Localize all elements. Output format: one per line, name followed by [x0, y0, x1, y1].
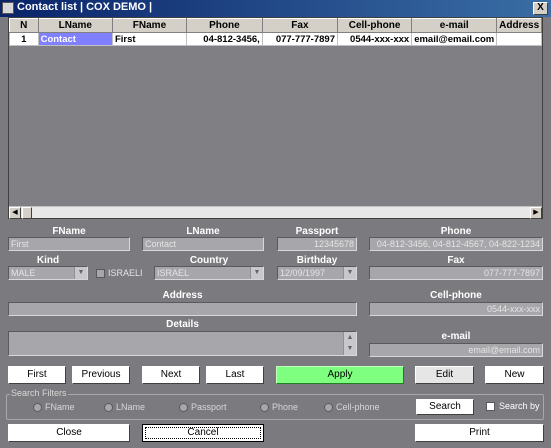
- birthday-picker[interactable]: 12/09/1997 ▼: [277, 266, 357, 280]
- close-window-button[interactable]: X: [533, 2, 548, 15]
- scroll-up-icon[interactable]: ▲: [343, 332, 356, 343]
- search-button[interactable]: Search: [416, 399, 474, 415]
- apply-button[interactable]: Apply: [276, 366, 404, 384]
- scroll-thumb[interactable]: [22, 207, 32, 219]
- scroll-down-icon[interactable]: ▼: [343, 343, 356, 355]
- filter-passport-label: Passport: [191, 402, 227, 412]
- kind-value: MALE: [11, 268, 36, 278]
- column-header-address[interactable]: Address: [496, 18, 542, 33]
- first-button[interactable]: First: [8, 366, 66, 384]
- next-button[interactable]: Next: [142, 366, 200, 384]
- cell-phone[interactable]: 04-812-3456,: [185, 32, 263, 46]
- column-header-lname[interactable]: LName: [37, 18, 113, 33]
- last-button[interactable]: Last: [206, 366, 264, 384]
- birthday-label: Birthday: [296, 255, 338, 266]
- scroll-left-icon[interactable]: ◀: [9, 207, 21, 219]
- cell-email[interactable]: email@email.com: [411, 32, 498, 46]
- column-header-n[interactable]: N: [9, 18, 39, 33]
- column-header-fax[interactable]: Fax: [261, 18, 338, 33]
- fax-label: Fax: [447, 255, 465, 266]
- scroll-right-icon[interactable]: ▶: [530, 207, 542, 219]
- filter-phone-radio[interactable]: [260, 403, 269, 412]
- country-label: Country: [189, 255, 229, 266]
- column-header-email[interactable]: e-mail: [411, 18, 498, 33]
- edit-button[interactable]: Edit: [415, 366, 474, 384]
- details-label: Details: [166, 319, 199, 330]
- fname-label: FName: [52, 226, 86, 237]
- filter-lname-radio[interactable]: [104, 403, 113, 412]
- search-filters-legend: Search Filters: [10, 388, 68, 398]
- filter-cell-phone-radio[interactable]: [324, 403, 333, 412]
- cell-cell-phone[interactable]: 0544-xxx-xxx: [336, 32, 413, 46]
- fax-field[interactable]: 077-777-7897: [369, 266, 543, 280]
- cell-phone-field[interactable]: 0544-xxx-xxx: [369, 302, 543, 316]
- cell-phone-label: Cell-phone: [430, 290, 482, 301]
- filter-fname-label: FName: [45, 402, 75, 412]
- lname-label: LName: [186, 226, 220, 237]
- title-bar: Contact list | COX DEMO | X: [0, 0, 551, 17]
- chevron-down-icon[interactable]: ▼: [343, 267, 356, 279]
- kind-label: Kind: [36, 255, 60, 266]
- address-label: Address: [162, 290, 203, 301]
- cell-lname[interactable]: Contact: [37, 32, 113, 46]
- cell-fname[interactable]: First: [111, 32, 187, 46]
- chevron-down-icon[interactable]: ▼: [250, 267, 263, 279]
- cell-address[interactable]: [496, 32, 542, 46]
- table-header-row: N LName FName Phone Fax Cell-phone e-mai…: [9, 18, 542, 33]
- filter-cell-phone-label: Cell-phone: [336, 402, 380, 412]
- fname-field[interactable]: First: [8, 237, 130, 251]
- filter-lname-label: LName: [116, 402, 146, 412]
- print-button[interactable]: Print: [415, 424, 544, 442]
- country-value: ISRAEL: [157, 268, 190, 278]
- details-textarea[interactable]: ▲ ▼: [8, 331, 357, 356]
- contacts-grid[interactable]: N LName FName Phone Fax Cell-phone e-mai…: [8, 17, 543, 219]
- israeli-label: ISRAELI: [108, 268, 143, 278]
- close-button[interactable]: Close: [8, 424, 130, 442]
- cell-n[interactable]: 1: [9, 32, 39, 46]
- previous-button[interactable]: Previous: [72, 366, 130, 384]
- passport-field[interactable]: 12345678: [277, 237, 357, 251]
- country-select[interactable]: ISRAEL ▼: [154, 266, 264, 280]
- phone-label: Phone: [440, 226, 472, 237]
- israeli-checkbox[interactable]: [96, 269, 105, 278]
- cell-fax[interactable]: 077-777-7897: [261, 32, 338, 46]
- kind-select[interactable]: MALE ▼: [8, 266, 88, 280]
- lname-field[interactable]: Contact: [142, 237, 264, 251]
- address-field[interactable]: [8, 302, 357, 316]
- horizontal-scrollbar[interactable]: ◀ ▶: [9, 206, 542, 219]
- search-by-checkbox[interactable]: [486, 402, 495, 411]
- column-header-cell-phone[interactable]: Cell-phone: [336, 18, 413, 33]
- new-button[interactable]: New: [485, 366, 544, 384]
- email-field[interactable]: email@email.com: [369, 343, 543, 357]
- birthday-value: 12/09/1997: [280, 268, 326, 278]
- table-row[interactable]: 1 Contact First 04-812-3456, 077-777-789…: [9, 32, 542, 46]
- filter-passport-radio[interactable]: [179, 403, 188, 412]
- app-icon: [2, 2, 14, 14]
- cancel-button[interactable]: Cancel: [142, 424, 264, 442]
- contacts-table: N LName FName Phone Fax Cell-phone e-mai…: [9, 18, 542, 46]
- column-header-fname[interactable]: FName: [111, 18, 187, 33]
- filter-fname-radio[interactable]: [33, 403, 42, 412]
- filter-phone-label: Phone: [272, 402, 299, 412]
- phone-field[interactable]: 04-812-3456, 04-812-4567, 04-822-1234: [369, 237, 543, 251]
- column-header-phone[interactable]: Phone: [185, 18, 263, 33]
- passport-label: Passport: [295, 226, 339, 237]
- search-by-label: Search by: [499, 401, 540, 411]
- email-label: e-mail: [441, 331, 471, 342]
- chevron-down-icon[interactable]: ▼: [74, 267, 87, 279]
- window-title: Contact list | COX DEMO |: [17, 1, 153, 13]
